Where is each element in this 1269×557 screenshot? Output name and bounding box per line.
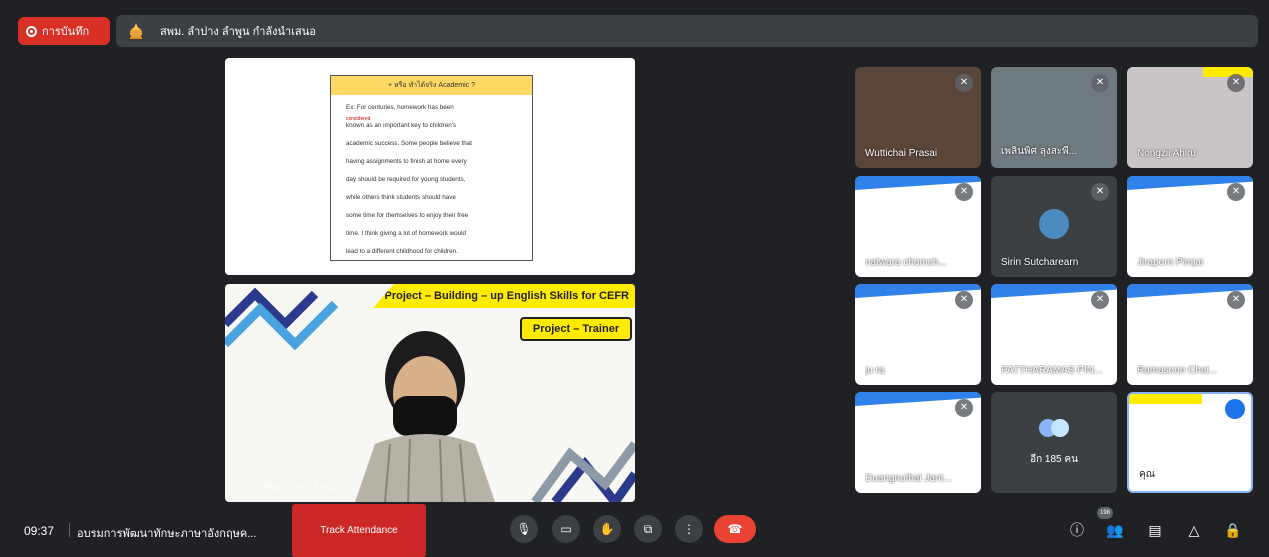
mic-off-icon: ✕	[1091, 74, 1109, 92]
slide-line: lead to a different childhood for childr…	[346, 248, 458, 255]
slide-line: some time for themselves to enjoy their …	[346, 212, 469, 219]
presenter-text: สพม. ลำปาง ลำพูน กำลังนำเสนอ	[160, 26, 316, 38]
presenter-bar: สพม. ลำปาง ลำพูน กำลังนำเสนอ	[116, 15, 1258, 47]
recording-label: การบันทึก	[42, 26, 90, 38]
presentation-slide: + หรือ ทำได้จริง Academic ? Ex: For cent…	[225, 58, 635, 275]
participant-tile[interactable]: ✕ PATTHARAMAS PIN...	[991, 284, 1117, 385]
mic-off-icon: ✕	[955, 183, 973, 201]
mic-off-icon: ✕	[1091, 183, 1109, 201]
meet-window: การบันทึก สพม. ลำปาง ลำพูน กำลังนำเสนอ +…	[0, 0, 1269, 557]
tile-decoration	[1202, 67, 1253, 77]
slide-line: Ex: For centuries, homework has been	[346, 104, 454, 111]
participant-name: PATTHARAMAS PIN...	[1001, 365, 1103, 376]
mic-off-icon: ✕	[955, 399, 973, 417]
participant-name: Wuttichai Prasai	[865, 148, 938, 159]
participant-name: Duangnuthai Jant...	[865, 473, 952, 484]
others-avatars-icon	[1039, 419, 1069, 437]
recording-indicator[interactable]: การบันทึก	[18, 17, 110, 45]
participant-tile[interactable]: ✕ Wuttichai Prasai	[855, 67, 981, 168]
record-icon	[26, 25, 37, 37]
participant-tile[interactable]: ✕ เพลินพิศ ลุงสะพี...	[991, 67, 1117, 168]
mic-off-icon: ✕	[1227, 74, 1245, 92]
avatar	[1039, 209, 1069, 239]
participant-name: Sirin Sutcharearn	[1001, 257, 1079, 268]
slide-line: day should be required for young student…	[346, 176, 466, 183]
presenter-camera: Project – Building – up English Skills f…	[225, 284, 635, 502]
slide-title: + หรือ ทำได้จริง Academic ?	[331, 76, 532, 95]
chat-icon[interactable]: ▤	[1144, 519, 1166, 541]
mic-off-icon: ✕	[1227, 183, 1245, 201]
participant-tile[interactable]: ✕ natwara chomch...	[855, 176, 981, 277]
trainer-badge: Project – Trainer	[520, 317, 632, 341]
microphone-icon[interactable]: 🎙	[510, 515, 538, 543]
participant-tile[interactable]: ✕ Ramasoon Chai...	[1127, 284, 1253, 385]
camera-icon[interactable]: ▭	[552, 515, 580, 543]
participants-badge: 198	[1097, 507, 1113, 519]
slide-line: academic success. Some people believe th…	[346, 140, 473, 147]
slide-line: while others think students should have	[346, 194, 456, 201]
hang-up-icon[interactable]: ☎	[714, 515, 756, 543]
participant-name: ju ra	[865, 365, 885, 376]
meeting-title[interactable]: อบรมการพัฒนาทักษะภาษาอังกฤษค...	[77, 524, 256, 542]
slide-line: time. I think giving a lot of homework w…	[346, 230, 467, 237]
info-icon[interactable]: ⓘ	[1066, 519, 1088, 541]
top-bar: การบันทึก สพม. ลำปาง ลำพูน กำลังนำเสนอ	[8, 12, 1258, 50]
self-tile[interactable]: คุณ	[1127, 392, 1253, 493]
slide-line: known as an important key to children's	[346, 122, 457, 129]
participant-tile[interactable]: ✕ Jiraporn Pimjai	[1127, 176, 1253, 277]
raise-hand-icon[interactable]: ✋	[593, 515, 621, 543]
bottom-bar: 09:37 อบรมการพัฒนาทักษะภาษาอังกฤษค... Tr…	[0, 504, 1269, 557]
slide-document: + หรือ ทำได้จริง Academic ? Ex: For cent…	[330, 75, 533, 261]
host-controls-icon[interactable]: 🔒	[1222, 519, 1244, 541]
people-icon[interactable]: 👥	[1104, 519, 1126, 541]
divider	[69, 523, 70, 537]
participant-name: natwara chomch...	[865, 257, 947, 268]
presenter-logo-icon	[130, 23, 142, 39]
clock: 09:37	[24, 524, 55, 538]
project-banner: Project – Building – up English Skills f…	[373, 284, 635, 308]
participant-tile[interactable]: ✕ Duangnuthai Jant...	[855, 392, 981, 493]
participant-name: คุณ	[1139, 469, 1155, 480]
participant-tile[interactable]: ✕ ju ra	[855, 284, 981, 385]
participant-name: Nongzii Ahiru	[1137, 148, 1196, 159]
participant-name: สพม. ลำปาง ลำพูน	[262, 482, 336, 492]
tile-decoration	[1129, 394, 1203, 404]
present-screen-icon[interactable]: ⧉	[634, 515, 662, 543]
mic-off-icon: ✕	[955, 291, 973, 309]
track-attendance-button[interactable]: Track Attendance	[292, 504, 426, 557]
participant-name: Jiraporn Pimjai	[1137, 257, 1204, 268]
others-tile[interactable]: อีก 185 คน	[991, 392, 1117, 493]
mic-off-icon: ✕	[1227, 291, 1245, 309]
participant-tile[interactable]: ✕ Sirin Sutcharearn	[991, 176, 1117, 277]
mic-off-icon: ✕	[955, 74, 973, 92]
speaking-icon	[1225, 399, 1245, 419]
others-count: อีก 185 คน	[1030, 454, 1078, 465]
participant-tile[interactable]: ✕ Nongzii Ahiru	[1127, 67, 1253, 168]
participant-name: เพลินพิศ ลุงสะพี...	[1001, 146, 1078, 157]
mic-off-icon: ✕	[1091, 291, 1109, 309]
slide-line: having assignments to finish at home eve…	[346, 158, 467, 165]
more-options-icon[interactable]: ⋮	[675, 515, 703, 543]
activities-icon[interactable]: △	[1183, 519, 1205, 541]
participant-name: Ramasoon Chai...	[1137, 365, 1218, 376]
